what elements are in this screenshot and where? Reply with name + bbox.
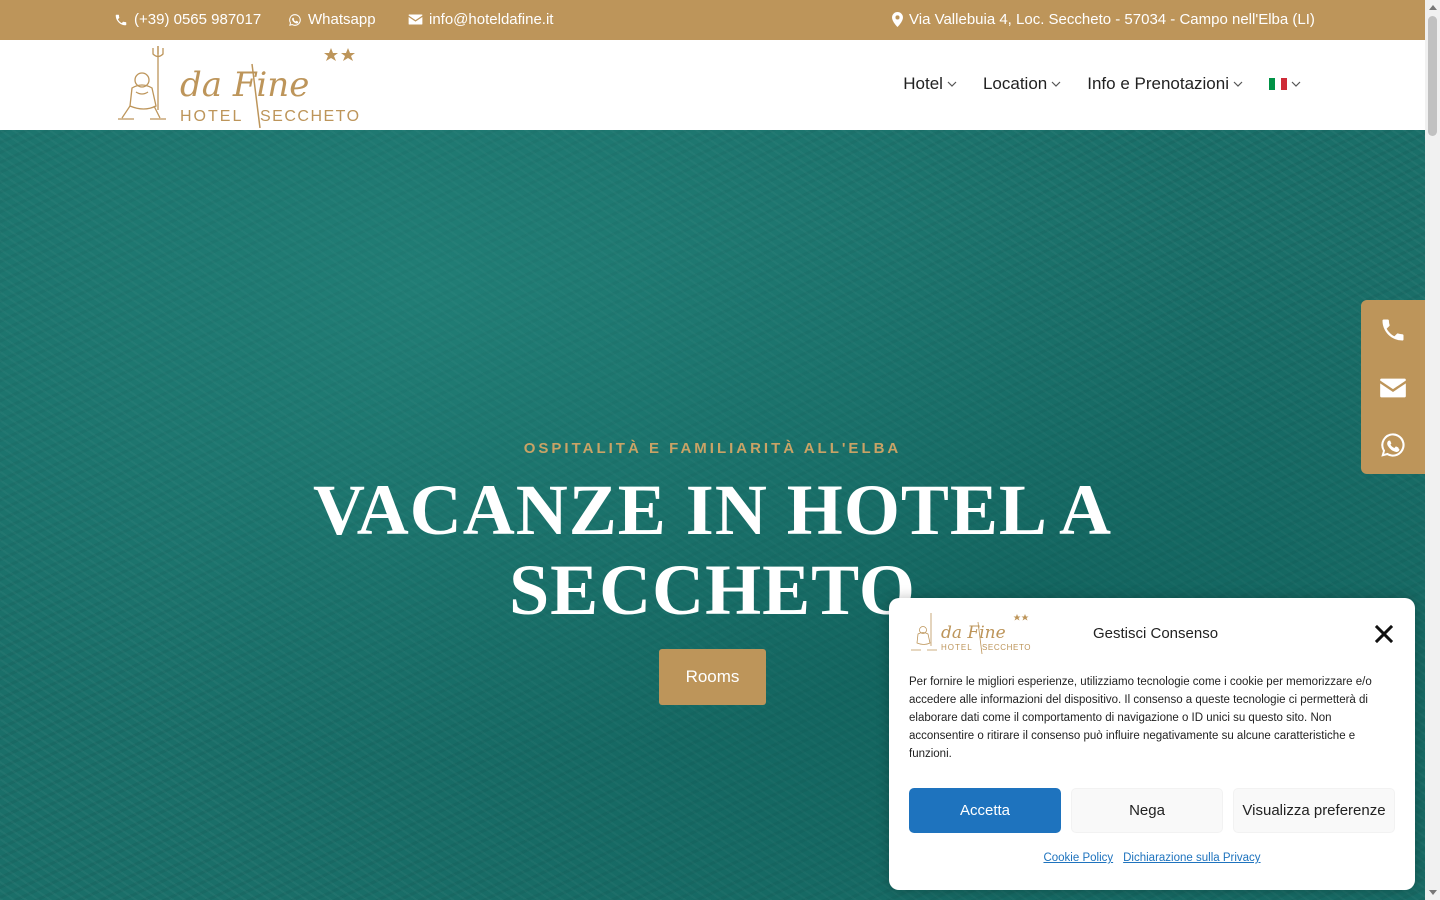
- phone-icon: [115, 14, 127, 25]
- modal-logo-script: da Fine: [941, 623, 1006, 643]
- whatsapp-icon: [289, 13, 301, 26]
- language-switcher[interactable]: [1269, 78, 1301, 90]
- deny-button[interactable]: Nega: [1071, 788, 1223, 833]
- topbar-email-link[interactable]: info@hoteldafine.it: [408, 11, 553, 28]
- nav-item-label: Hotel: [903, 74, 943, 93]
- phone-icon[interactable]: [1379, 316, 1407, 344]
- consent-description: Per fornire le migliori esperienze, util…: [909, 676, 1372, 760]
- nav-item-location[interactable]: Location: [983, 74, 1061, 94]
- chevron-down-icon: [1233, 81, 1243, 87]
- hero-eyebrow: OSPITALITÀ E FAMILIARITÀ ALL'ELBA: [523, 440, 902, 457]
- rooms-button[interactable]: Rooms: [659, 649, 766, 705]
- chevron-down-icon: [1051, 81, 1061, 87]
- scroll-down-arrow-icon[interactable]: [1429, 890, 1437, 895]
- map-marker-icon: [892, 12, 903, 27]
- nav-item-hotel[interactable]: Hotel: [903, 74, 957, 94]
- cookie-policy-link[interactable]: Cookie Policy: [1043, 852, 1113, 864]
- modal-logo-place: SECCHETO: [982, 643, 1031, 652]
- topbar-email-text: info@hoteldafine.it: [429, 11, 554, 28]
- page-scrollbar[interactable]: [1425, 0, 1440, 900]
- hero-title-line2: SECCHETO: [509, 550, 916, 630]
- nav-item-label: Location: [982, 74, 1048, 93]
- site-logo[interactable]: da Fine HOTEL SECCHETO: [114, 44, 359, 129]
- logo-script-text: da Fine: [180, 65, 309, 105]
- envelope-icon[interactable]: [1379, 374, 1407, 402]
- logo-place-text: SECCHETO: [260, 108, 359, 125]
- cookie-consent-dialog: da Fine HOTEL SECCHETO Gestisci Consenso…: [889, 598, 1415, 890]
- top-contact-bar: (+39) 0565 987017 Whatsapp info@hoteldaf…: [0, 0, 1425, 40]
- modal-logo-hotel: HOTEL: [941, 643, 973, 652]
- envelope-icon: [408, 14, 423, 25]
- topbar-address-text: Via Vallebuia 4, Loc. Seccheto - 57034 -…: [909, 11, 1315, 28]
- logo-hotel-text: HOTEL: [180, 108, 243, 125]
- chevron-down-icon: [947, 81, 957, 87]
- logo-graphic: da Fine HOTEL SECCHETO: [118, 46, 359, 129]
- accept-button[interactable]: Accetta: [909, 788, 1061, 833]
- topbar-whatsapp-link[interactable]: Whatsapp: [288, 11, 376, 28]
- main-nav: Hotel Location Info e Prenotazioni: [903, 74, 1301, 94]
- topbar-phone-link[interactable]: (+39) 0565 987017: [114, 11, 261, 28]
- nav-item-label: Info e Prenotazioni: [1087, 74, 1229, 93]
- topbar-phone-text: (+39) 0565 987017: [134, 11, 262, 28]
- site-header: da Fine HOTEL SECCHETO Hotel Location In…: [0, 40, 1425, 130]
- modal-logo: da Fine HOTEL SECCHETO: [911, 613, 1031, 654]
- hero-title-line1: VACANZE IN HOTEL A: [313, 470, 1112, 550]
- topbar-whatsapp-text: Whatsapp: [308, 11, 376, 28]
- scroll-up-arrow-icon[interactable]: [1429, 5, 1437, 10]
- nav-item-info-prenotazioni[interactable]: Info e Prenotazioni: [1087, 74, 1243, 94]
- whatsapp-icon[interactable]: [1379, 431, 1407, 459]
- consent-links: Cookie Policy Dichiarazione sulla Privac…: [889, 852, 1415, 864]
- view-preferences-button[interactable]: Visualizza preferenze: [1233, 788, 1395, 833]
- privacy-statement-link[interactable]: Dichiarazione sulla Privacy: [1123, 852, 1260, 864]
- close-icon[interactable]: [1375, 625, 1393, 643]
- italian-flag-icon: [1269, 78, 1287, 90]
- side-contact-panel: [1361, 300, 1425, 474]
- consent-title: Gestisci Consenso: [1093, 625, 1219, 642]
- topbar-address[interactable]: Via Vallebuia 4, Loc. Seccheto - 57034 -…: [892, 11, 1315, 28]
- scroll-thumb[interactable]: [1428, 16, 1437, 136]
- chevron-down-icon: [1291, 81, 1301, 87]
